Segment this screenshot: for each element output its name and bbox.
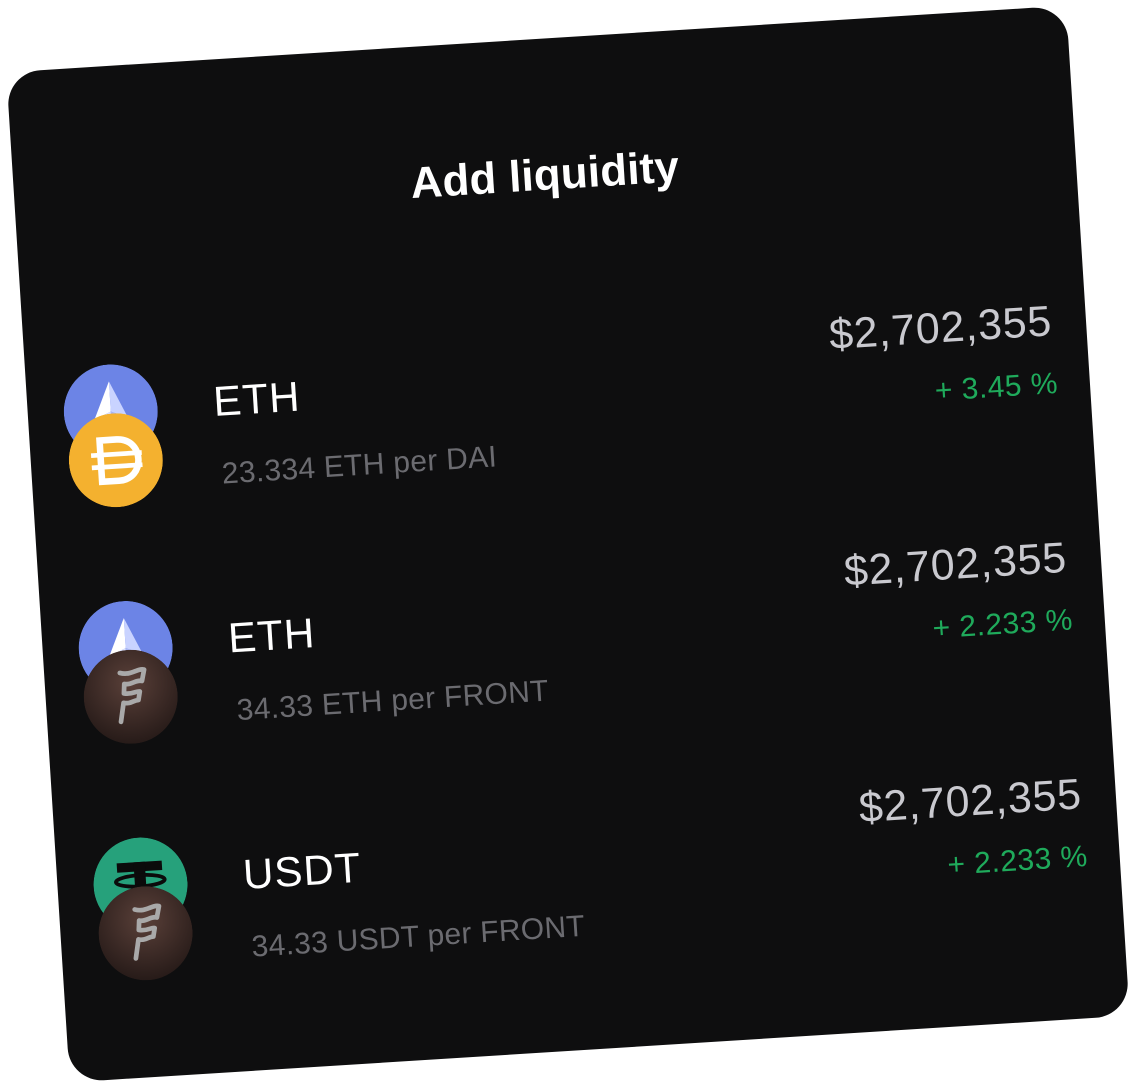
liquidity-pair-row[interactable]: ETH 34.33 ETH per FRONT $2,702,355 + 2.2… [39,532,1109,758]
add-liquidity-card: Add liquidity ETH 23.334 ETH per DAI $2,… [6,5,1130,1083]
pool-value: $2,702,355 [857,770,1084,833]
exchange-rate: 34.33 ETH per FRONT [235,674,550,728]
pool-value: $2,702,355 [827,297,1054,360]
card-title: Add liquidity [409,142,681,209]
liquidity-pair-row[interactable]: USDT 34.33 USDT per FRONT $2,702,355 + 2… [54,768,1124,994]
percent-change: + 2.233 % [946,840,1089,882]
stage: Add liquidity ETH 23.334 ETH per DAI $2,… [0,0,1136,1089]
liquidity-pair-row[interactable]: ETH 23.334 ETH per DAI $2,702,355 + 3.45… [24,295,1094,521]
pair-icons [76,598,185,754]
pool-value: $2,702,355 [842,533,1069,596]
percent-change: + 3.45 % [933,366,1059,408]
pair-icons [61,361,170,517]
token-name: USDT [241,843,363,899]
percent-change: + 2.233 % [931,603,1074,646]
exchange-rate: 34.33 USDT per FRONT [250,909,586,964]
exchange-rate: 23.334 ETH per DAI [220,440,498,491]
token-name: ETH [226,609,317,662]
pair-icons [91,834,200,990]
token-name: ETH [211,372,302,425]
